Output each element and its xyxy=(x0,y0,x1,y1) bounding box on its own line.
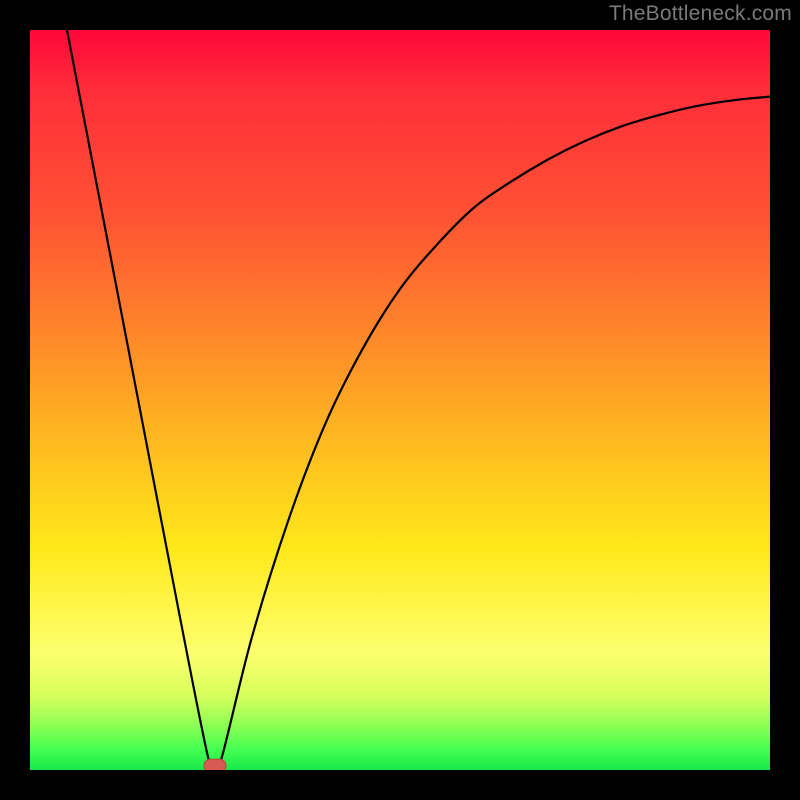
minimum-marker xyxy=(204,759,226,770)
bottleneck-curve xyxy=(67,30,770,770)
plot-area xyxy=(30,30,770,770)
chart-frame: TheBottleneck.com xyxy=(0,0,800,800)
bottleneck-curve-svg xyxy=(30,30,770,770)
watermark-text: TheBottleneck.com xyxy=(609,2,792,26)
